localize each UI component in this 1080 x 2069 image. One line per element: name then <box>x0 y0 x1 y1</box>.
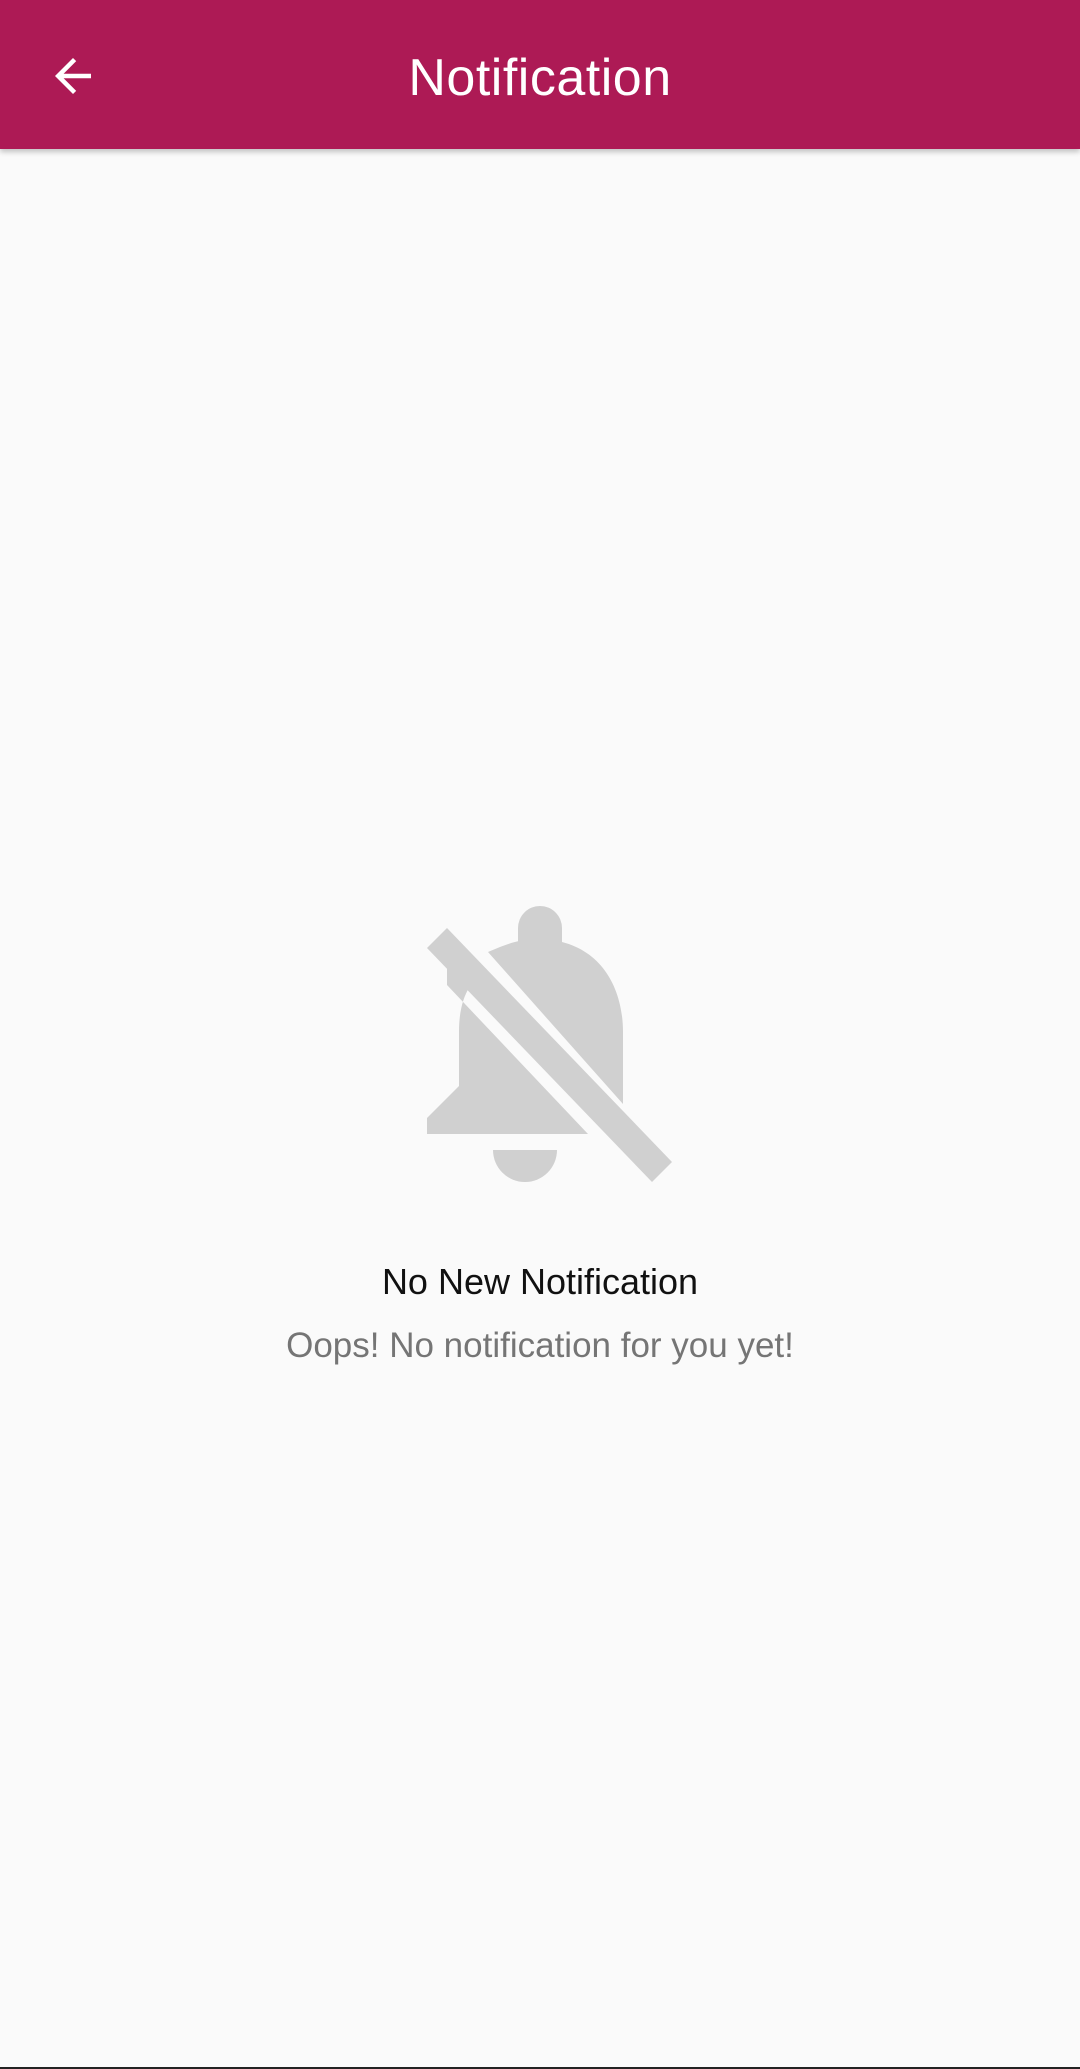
page-title: Notification <box>408 49 672 107</box>
empty-state-title: No New Notification <box>381 1261 699 1302</box>
notification-screen: Notification No New Notification Oops! N… <box>0 0 1080 2069</box>
notifications-off-icon <box>427 906 672 1182</box>
empty-state: No New Notification Oops! No notificatio… <box>0 890 1080 1371</box>
empty-state-subtitle: Oops! No notification for you yet! <box>286 1326 794 1365</box>
app-bar: Notification <box>0 0 1080 149</box>
